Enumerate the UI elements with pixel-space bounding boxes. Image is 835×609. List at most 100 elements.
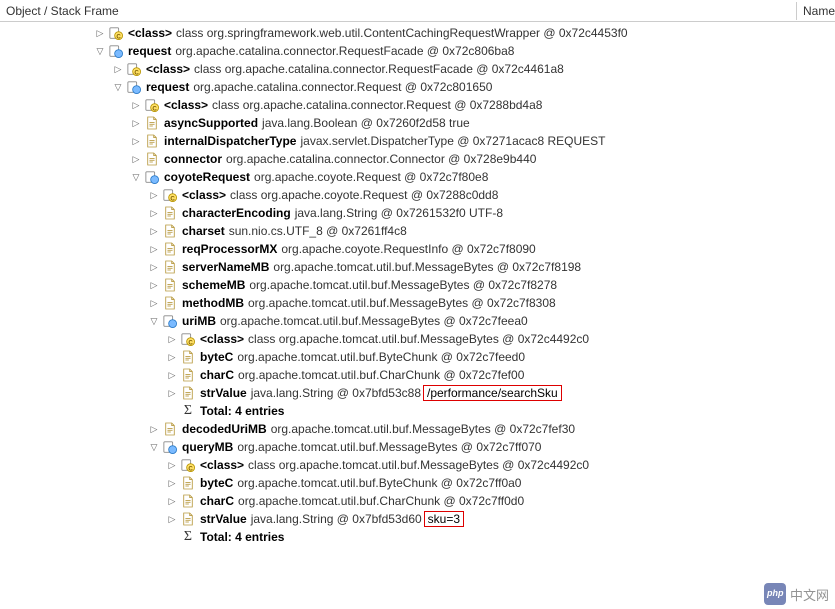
node-name: request <box>146 80 189 94</box>
expand-icon[interactable]: ▷ <box>166 351 178 363</box>
node-name: strValue <box>200 386 247 400</box>
expand-icon[interactable]: ▷ <box>130 153 142 165</box>
expand-icon[interactable]: ▷ <box>166 333 178 345</box>
tree-row[interactable]: ▷serverNameMBorg.apache.tomcat.util.buf.… <box>0 258 835 276</box>
collapse-icon[interactable]: ▽ <box>94 45 106 57</box>
node-value: class org.apache.catalina.connector.Requ… <box>212 98 542 112</box>
node-value: org.apache.catalina.connector.Request @ … <box>193 80 492 94</box>
node-value: class org.apache.catalina.connector.Requ… <box>194 62 564 76</box>
tree-row[interactable]: ▷asyncSupportedjava.lang.Boolean @ 0x726… <box>0 114 835 132</box>
column-name[interactable]: Name <box>797 2 835 20</box>
tree-row[interactable]: ▷byteCorg.apache.tomcat.util.buf.ByteChu… <box>0 348 835 366</box>
node-value: sun.nio.cs.UTF_8 @ 0x7261ff4c8 <box>229 224 407 238</box>
node-value: class org.apache.tomcat.util.buf.Message… <box>248 332 589 346</box>
expand-icon[interactable]: ▷ <box>148 243 160 255</box>
tree-row[interactable]: ▷C<class>class org.springframework.web.u… <box>0 24 835 42</box>
file-icon <box>162 223 178 239</box>
expand-icon[interactable]: ▷ <box>94 27 106 39</box>
node-value: org.apache.tomcat.util.buf.MessageBytes … <box>271 422 575 436</box>
tree-row[interactable]: ΣTotal: 4 entries <box>0 528 835 546</box>
expand-icon[interactable]: ▷ <box>166 477 178 489</box>
file-icon <box>162 205 178 221</box>
expand-icon[interactable]: ▷ <box>130 117 142 129</box>
node-name: Total: 4 entries <box>200 404 284 418</box>
expand-icon[interactable]: ▷ <box>148 423 160 435</box>
tree-row[interactable]: ▷schemeMBorg.apache.tomcat.util.buf.Mess… <box>0 276 835 294</box>
expand-icon[interactable]: ▷ <box>148 261 160 273</box>
expand-icon[interactable]: ▷ <box>130 99 142 111</box>
tree-row[interactable]: ▷ methodMB org.apache.tomcat.util.buf.Mess… <box>0 294 835 312</box>
object-tree[interactable]: ▷C<class>class org.springframework.web.u… <box>0 22 835 548</box>
tree-row[interactable]: ▽ request org.apache.catalina.connector.Re… <box>0 78 835 96</box>
tree-row[interactable]: ▽requestorg.apache.catalina.connector.Re… <box>0 42 835 60</box>
tree-row[interactable]: ▷reqProcessorMXorg.apache.coyote.Request… <box>0 240 835 258</box>
class-icon: C <box>126 61 142 77</box>
collapse-icon[interactable]: ▽ <box>148 315 160 327</box>
obj-icon <box>126 79 142 95</box>
file-icon <box>180 367 196 383</box>
node-name: byteC <box>200 350 233 364</box>
expand-icon[interactable]: ▷ <box>148 225 160 237</box>
tree-row[interactable]: ▷strValuejava.lang.String @ 0x7bfd53c88/… <box>0 384 835 402</box>
tree-row[interactable]: ▽queryMBorg.apache.tomcat.util.buf.Messa… <box>0 438 835 456</box>
node-value: org.apache.catalina.connector.RequestFac… <box>175 44 514 58</box>
file-icon <box>144 151 160 167</box>
tree-row[interactable]: ▽coyoteRequestorg.apache.coyote.Request … <box>0 168 835 186</box>
tree-row[interactable]: ▷strValuejava.lang.String @ 0x7bfd53d60s… <box>0 510 835 528</box>
collapse-icon[interactable]: ▽ <box>130 171 142 183</box>
tree-row[interactable]: ▷C<class>class org.apache.coyote.Request… <box>0 186 835 204</box>
tree-row[interactable]: ▷charsetsun.nio.cs.UTF_8 @ 0x7261ff4c8 <box>0 222 835 240</box>
node-value: class org.apache.tomcat.util.buf.Message… <box>248 458 589 472</box>
tree-row[interactable]: ▷decodedUriMBorg.apache.tomcat.util.buf.… <box>0 420 835 438</box>
tree-row[interactable]: ▷ C <class> class org.apache.tomcat.util.bu… <box>0 456 835 474</box>
class-icon: C <box>162 187 178 203</box>
collapse-icon[interactable]: ▽ <box>112 81 124 93</box>
tree-row[interactable]: ▷ connector org.apache.catalina.connector.… <box>0 150 835 168</box>
file-icon <box>162 421 178 437</box>
expand-icon[interactable]: ▷ <box>166 387 178 399</box>
tree-row[interactable]: ▷characterEncodingjava.lang.String @ 0x7… <box>0 204 835 222</box>
node-name: charC <box>200 494 234 508</box>
expand-icon[interactable]: ▷ <box>166 495 178 507</box>
expand-icon[interactable]: ▷ <box>166 369 178 381</box>
node-name: methodMB <box>182 296 244 310</box>
svg-text:C: C <box>152 105 157 112</box>
expand-icon[interactable]: ▷ <box>148 297 160 309</box>
tree-row[interactable]: ΣTotal: 4 entries <box>0 402 835 420</box>
tree-row[interactable]: ▷charCorg.apache.tomcat.util.buf.CharChu… <box>0 366 835 384</box>
node-name: byteC <box>200 476 233 490</box>
column-object[interactable]: Object / Stack Frame <box>0 2 797 20</box>
tree-row[interactable]: ▷charCorg.apache.tomcat.util.buf.CharChu… <box>0 492 835 510</box>
tree-row[interactable]: ▷ byteC org.apache.tomcat.util.buf.ByteChu… <box>0 474 835 492</box>
tree-row[interactable]: ▷C<class>class org.apache.tomcat.util.bu… <box>0 330 835 348</box>
file-icon <box>162 241 178 257</box>
node-name: <class> <box>200 458 244 472</box>
expand-icon[interactable]: ▷ <box>148 189 160 201</box>
node-name: connector <box>164 152 222 166</box>
expand-icon[interactable]: ▷ <box>148 279 160 291</box>
svg-text:C: C <box>188 465 193 472</box>
expand-icon[interactable]: ▷ <box>166 513 178 525</box>
class-icon: C <box>108 25 124 41</box>
node-name: strValue <box>200 512 247 526</box>
node-name: characterEncoding <box>182 206 291 220</box>
tree-row[interactable]: ▷internalDispatcherTypejavax.servlet.Dis… <box>0 132 835 150</box>
node-value: java.lang.Boolean @ 0x7260f2d58 true <box>262 116 470 130</box>
collapse-icon[interactable]: ▽ <box>148 441 160 453</box>
node-value: org.apache.catalina.connector.Connector … <box>226 152 536 166</box>
class-icon: C <box>180 457 196 473</box>
node-value: class org.springframework.web.util.Conte… <box>176 26 628 40</box>
tree-row[interactable]: ▽uriMBorg.apache.tomcat.util.buf.Message… <box>0 312 835 330</box>
node-name: Total: 4 entries <box>200 530 284 544</box>
expand-icon[interactable]: ▷ <box>112 63 124 75</box>
node-value: org.apache.tomcat.util.buf.MessageBytes … <box>248 296 556 310</box>
expand-icon[interactable]: ▷ <box>130 135 142 147</box>
tree-row[interactable]: ▷ C <class> class org.apache.catalina.conne… <box>0 96 835 114</box>
node-value: org.apache.tomcat.util.buf.ByteChunk @ 0… <box>237 476 521 490</box>
file-icon <box>144 133 160 149</box>
tree-row[interactable]: ▷C<class>class org.apache.catalina.conne… <box>0 60 835 78</box>
expand-icon[interactable]: ▷ <box>148 207 160 219</box>
file-icon <box>162 259 178 275</box>
node-name: <class> <box>164 98 208 112</box>
expand-icon[interactable]: ▷ <box>166 459 178 471</box>
